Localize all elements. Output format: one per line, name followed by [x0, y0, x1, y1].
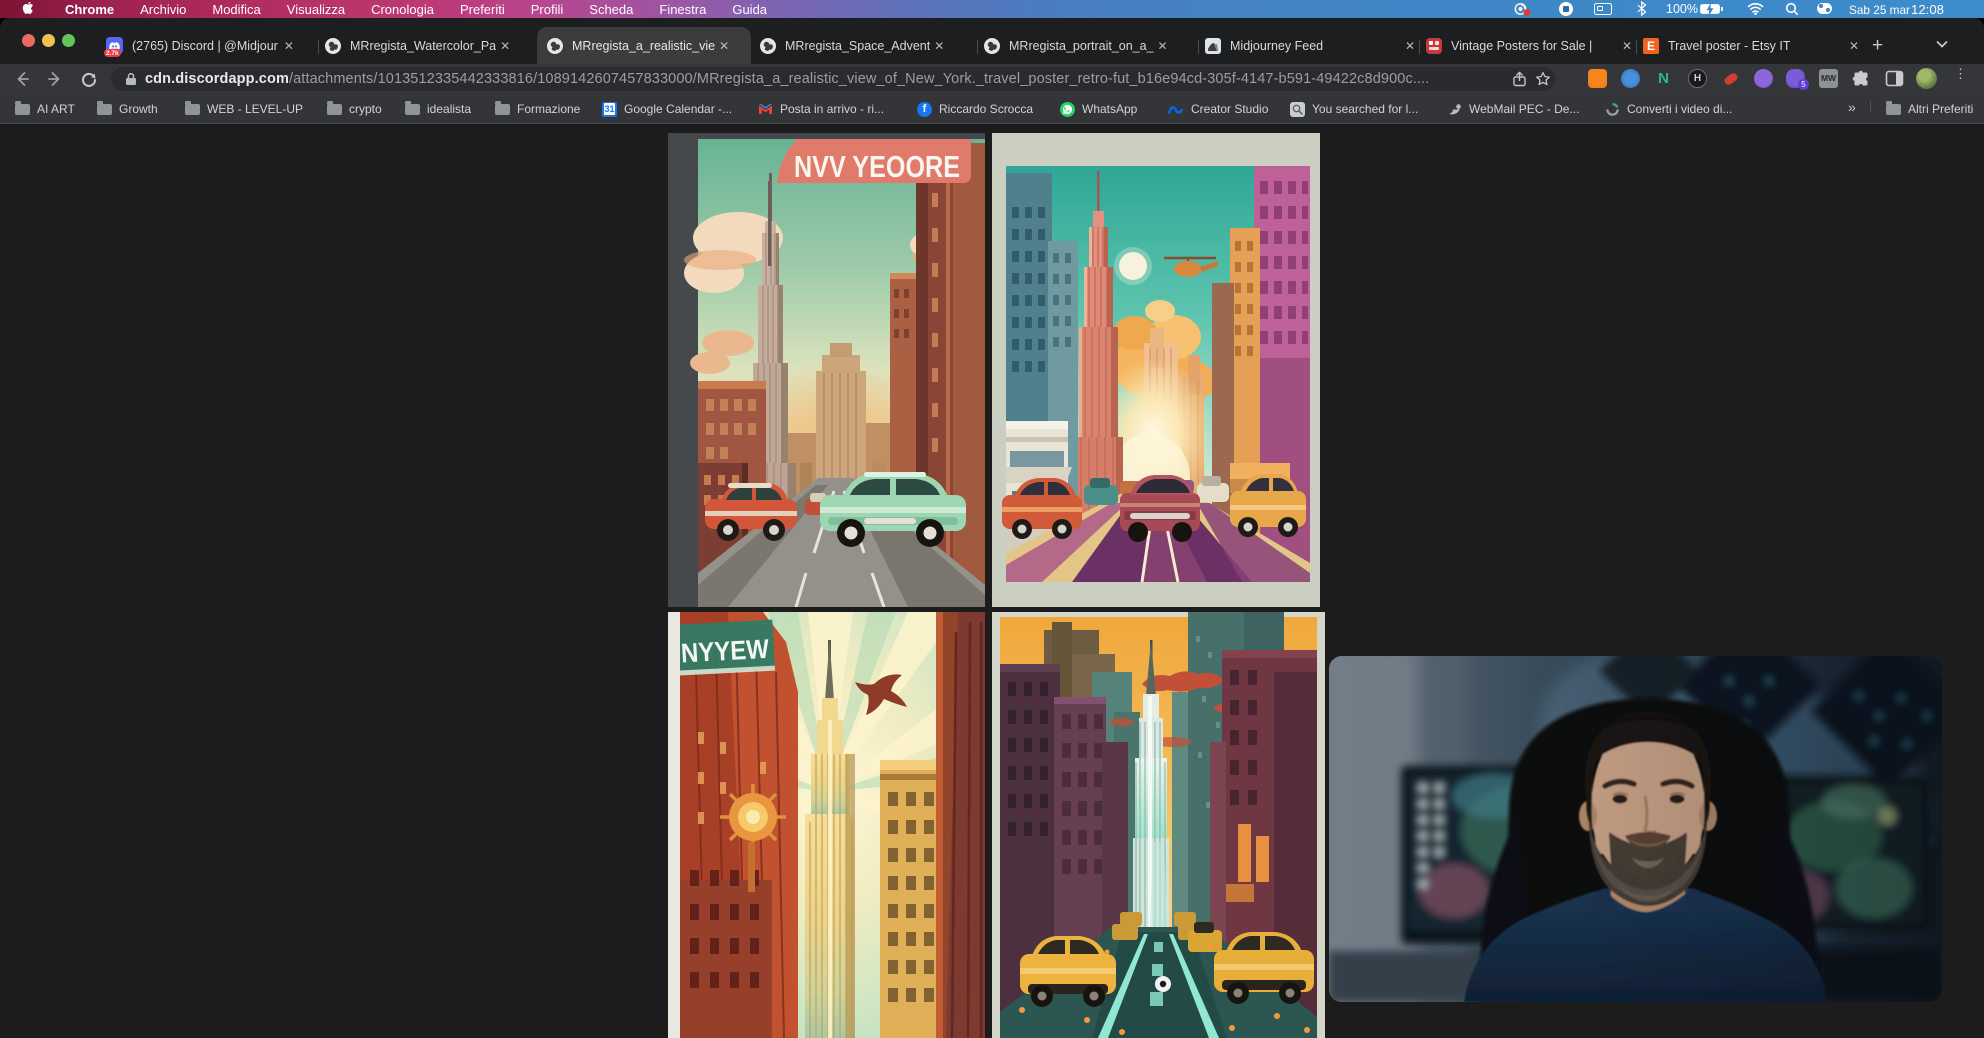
svg-text:NYYEW: NYYEW: [680, 634, 770, 669]
svg-text:NVV YEOORE: NVV YEOORE: [794, 149, 960, 184]
